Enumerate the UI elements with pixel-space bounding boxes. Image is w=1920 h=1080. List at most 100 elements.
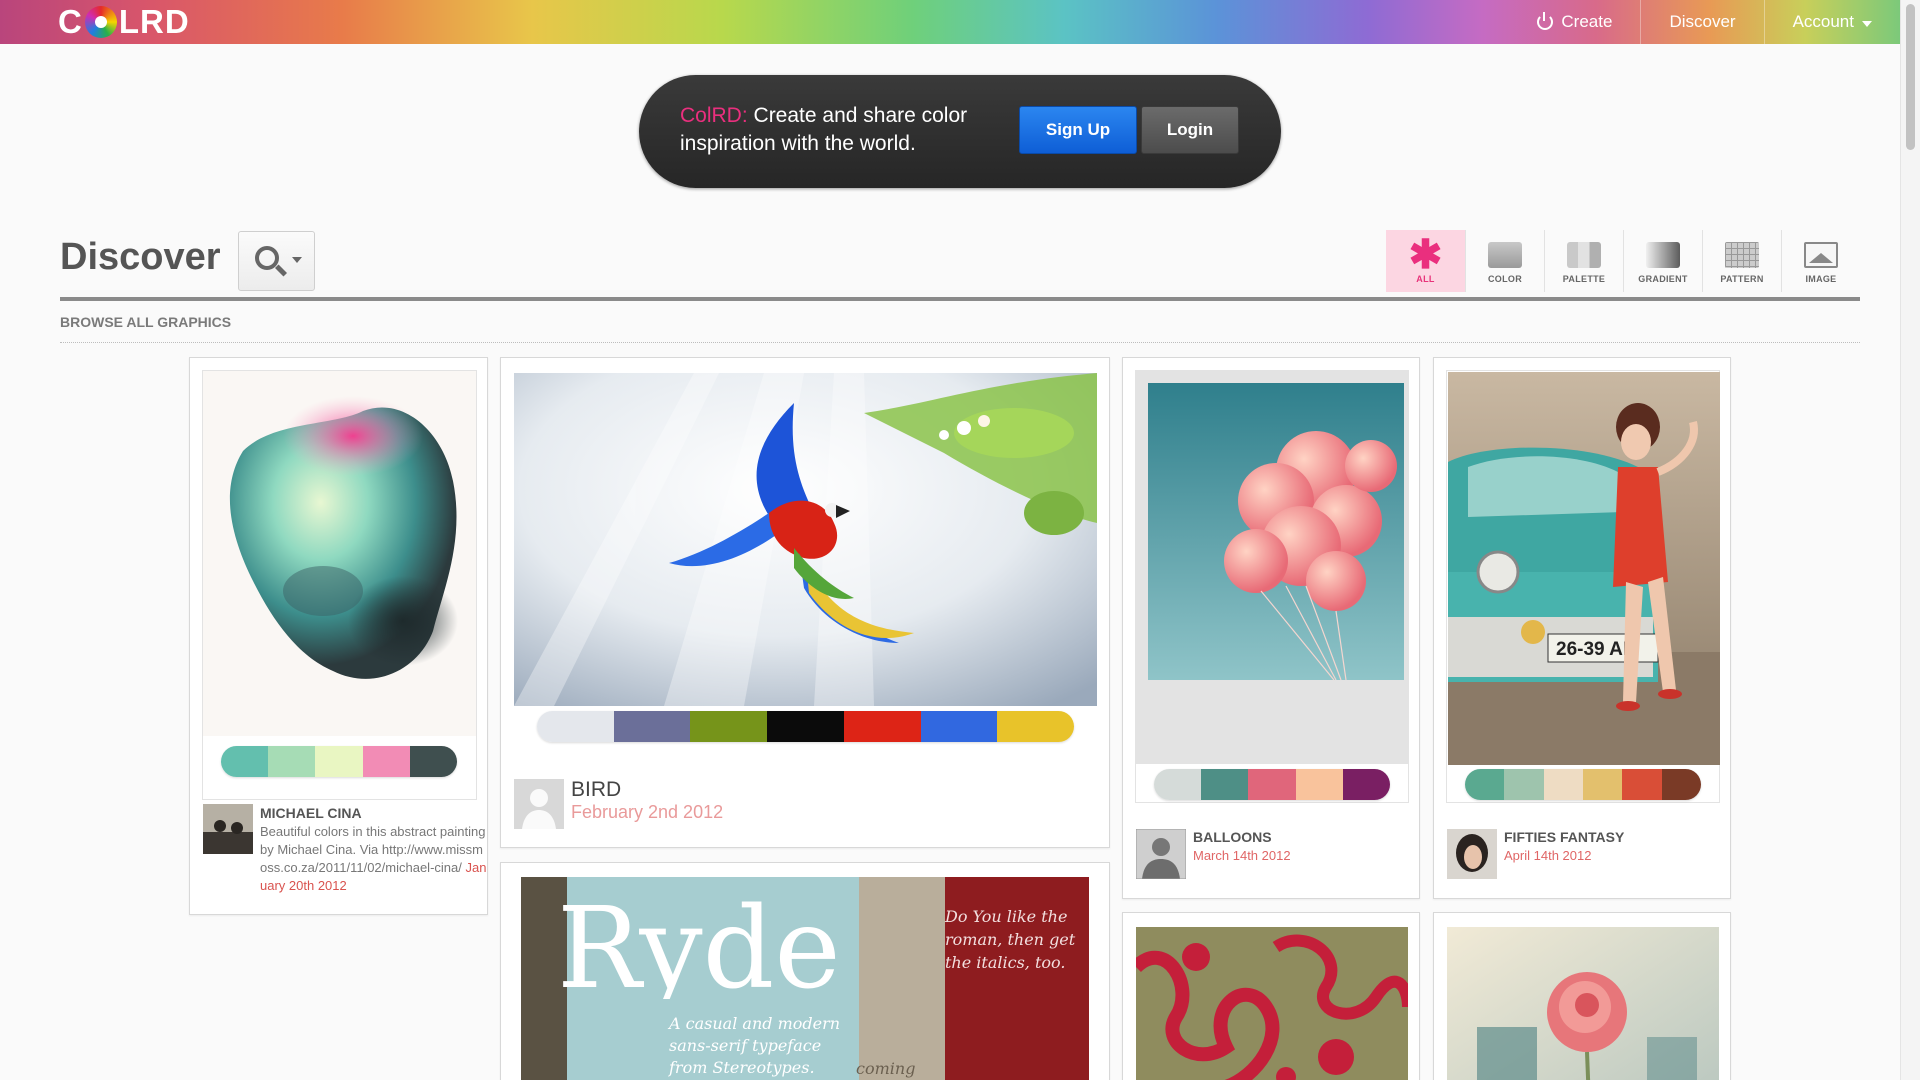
main-nav: Create Discover Account <box>1509 0 1900 44</box>
filter-pattern[interactable]: PATTERN <box>1702 230 1781 292</box>
ryde-coming-text: coming <box>856 1059 916 1078</box>
palette-swatch[interactable] <box>409 746 457 777</box>
palette-swatch[interactable] <box>1661 769 1701 800</box>
filter-pattern-label: PATTERN <box>1720 274 1764 284</box>
filter-all[interactable]: ✱ ALL <box>1386 230 1465 292</box>
graphic-card-balloons[interactable]: BALLOONS March 14th 2012 <box>1122 357 1420 899</box>
graphic-card-rose[interactable] <box>1433 912 1731 1080</box>
filter-color[interactable]: COLOR <box>1465 230 1544 292</box>
top-nav-bar: C LRD Create Discover Account <box>0 0 1900 44</box>
fifties-fantasy-image[interactable]: 26-39 AB <box>1448 372 1720 765</box>
avatar[interactable] <box>514 779 564 829</box>
page-title: Discover <box>60 236 221 278</box>
color-palette-strip[interactable] <box>537 711 1074 742</box>
card-date: April 14th 2012 <box>1504 848 1592 863</box>
nav-create[interactable]: Create <box>1509 0 1640 44</box>
avatar-photo <box>1447 829 1497 879</box>
color-palette-strip[interactable] <box>1465 769 1701 800</box>
ryde-side-text: Do You like the roman, then get the ital… <box>945 907 1076 972</box>
search-dropdown-button[interactable] <box>238 231 315 291</box>
palette-swatch[interactable] <box>997 711 1074 742</box>
image-icon <box>1804 242 1838 268</box>
palette-swatch[interactable] <box>1154 769 1202 800</box>
filter-image[interactable]: IMAGE <box>1781 230 1860 292</box>
palette-swatch[interactable] <box>315 746 363 777</box>
parrot-illustration <box>514 373 1097 706</box>
filter-image-label: IMAGE <box>1805 274 1837 284</box>
damask-pattern-image[interactable] <box>1136 927 1408 1080</box>
avatar[interactable] <box>203 804 253 854</box>
ryde-word: Ryde <box>557 899 841 999</box>
nav-discover-label: Discover <box>1669 12 1736 31</box>
filter-gradient-label: GRADIENT <box>1638 274 1688 284</box>
power-icon <box>1537 12 1554 30</box>
palette-swatch[interactable] <box>268 746 316 777</box>
promo-brand: ColRD: <box>680 104 748 127</box>
palette-swatch[interactable] <box>843 711 921 742</box>
palette-swatch[interactable] <box>537 711 614 742</box>
logo-letter-c: C <box>58 3 83 40</box>
login-button[interactable]: Login <box>1141 106 1239 154</box>
palette-swatch[interactable] <box>690 711 768 742</box>
avatar-photo <box>1136 829 1186 879</box>
avatar[interactable] <box>1136 829 1186 879</box>
gradient-icon <box>1646 242 1680 268</box>
avatar[interactable] <box>1447 829 1497 879</box>
rose-photo <box>1447 927 1719 1080</box>
card-title[interactable]: BIRD <box>571 778 621 802</box>
default-user-icon <box>514 779 564 829</box>
graphic-card-michael-cina[interactable]: MICHAEL CINA Beautiful colors in this ab… <box>189 357 488 915</box>
palette-swatch[interactable] <box>1295 769 1343 800</box>
abstract-painting-art <box>203 371 476 736</box>
nav-account-label: Account <box>1792 12 1854 31</box>
card-date: March 14th 2012 <box>1193 848 1291 863</box>
graphic-card-ryde[interactable]: Ryde A casual and modern sans-serif type… <box>500 862 1110 1080</box>
card-title[interactable]: MICHAEL CINA <box>260 805 362 821</box>
abstract-painting-image[interactable] <box>203 371 476 736</box>
palette-swatch[interactable] <box>362 746 410 777</box>
filter-gradient[interactable]: GRADIENT <box>1623 230 1702 292</box>
palette-swatch[interactable] <box>767 711 844 742</box>
graphic-card-fifties-fantasy[interactable]: 26-39 AB FIFTIES FANTASY April 14th 2012 <box>1433 357 1731 899</box>
scrollbar-track[interactable] <box>1900 0 1920 1080</box>
palette-swatch[interactable] <box>1465 769 1505 800</box>
palette-swatch[interactable] <box>1543 769 1583 800</box>
graphic-card-damask[interactable] <box>1122 912 1420 1080</box>
filter-palette[interactable]: PALETTE <box>1544 230 1623 292</box>
logo-letters-lrd: LRD <box>118 3 190 40</box>
card-date: February 2nd 2012 <box>571 802 724 822</box>
promo-text: ColRD: Create and share color inspiratio… <box>680 102 1000 158</box>
balloons-image[interactable] <box>1136 371 1408 764</box>
filter-palette-label: PALETTE <box>1562 274 1606 284</box>
vintage-car-photo: 26-39 AB <box>1448 372 1720 765</box>
card-description-text: Beautiful colors in this abstract painti… <box>260 824 486 875</box>
color-swatch-icon <box>1488 242 1522 268</box>
signup-button[interactable]: Sign Up <box>1019 106 1137 154</box>
palette-swatch[interactable] <box>1582 769 1623 800</box>
card-title[interactable]: BALLOONS <box>1193 829 1272 845</box>
section-label: BROWSE ALL GRAPHICS <box>60 314 232 330</box>
palette-swatch[interactable] <box>221 746 269 777</box>
scrollbar-thumb[interactable] <box>1906 4 1915 150</box>
palette-swatch[interactable] <box>1504 769 1544 800</box>
color-palette-strip[interactable] <box>221 746 457 777</box>
nav-discover[interactable]: Discover <box>1640 0 1763 44</box>
asterisk-icon: ✱ <box>1408 233 1443 277</box>
section-divider <box>60 342 1860 343</box>
ryde-tagline: A casual and modern sans-serif typeface … <box>669 1014 841 1077</box>
colrd-logo[interactable]: C LRD <box>58 3 190 40</box>
parrot-image[interactable] <box>514 373 1097 706</box>
palette-swatch[interactable] <box>1622 769 1662 800</box>
pattern-grid-icon <box>1725 242 1759 268</box>
rose-image[interactable] <box>1447 927 1719 1080</box>
nav-account[interactable]: Account <box>1763 0 1900 44</box>
palette-swatch[interactable] <box>1342 769 1390 800</box>
balloons-photo <box>1136 371 1408 764</box>
graphic-card-bird[interactable]: BIRD February 2nd 2012 <box>500 357 1110 848</box>
palette-swatch[interactable] <box>1248 769 1296 800</box>
palette-swatch[interactable] <box>1201 769 1249 800</box>
card-title[interactable]: FIFTIES FANTASY <box>1504 829 1624 845</box>
palette-swatch[interactable] <box>920 711 998 742</box>
palette-swatch[interactable] <box>613 711 691 742</box>
color-palette-strip[interactable] <box>1154 769 1390 800</box>
